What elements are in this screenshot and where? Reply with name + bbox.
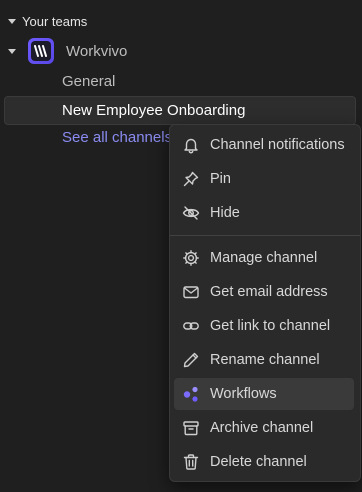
- menu-item-archive-channel[interactable]: Archive channel: [174, 412, 354, 444]
- envelope-icon: [180, 281, 202, 303]
- eye-off-icon: [180, 202, 202, 224]
- menu-item-label: Hide: [210, 205, 240, 221]
- see-all-channels-link[interactable]: See all channels: [62, 129, 172, 146]
- menu-divider: [170, 235, 360, 236]
- trash-icon: [180, 451, 202, 473]
- menu-item-rename-channel[interactable]: Rename channel: [174, 344, 354, 376]
- menu-item-get-link-to-channel[interactable]: Get link to channel: [174, 310, 354, 342]
- menu-item-label: Get link to channel: [210, 318, 331, 334]
- menu-item-channel-notifications[interactable]: Channel notifications: [174, 129, 354, 161]
- archive-icon: [180, 417, 202, 439]
- menu-item-delete-channel[interactable]: Delete channel: [174, 446, 354, 478]
- pin-icon: [180, 168, 202, 190]
- menu-item-workflows[interactable]: Workflows: [174, 378, 354, 410]
- caret-down-icon: [8, 48, 16, 54]
- menu-item-label: Channel notifications: [210, 137, 345, 153]
- menu-item-label: Archive channel: [210, 420, 314, 436]
- menu-item-label: Workflows: [210, 386, 277, 402]
- menu-item-label: Pin: [210, 171, 231, 187]
- channel-context-menu: Channel notifications Pin Hide Manage ch…: [169, 124, 361, 482]
- channel-new-employee-onboarding[interactable]: New Employee Onboarding: [62, 102, 245, 119]
- menu-item-label: Get email address: [210, 284, 328, 300]
- menu-item-manage-channel[interactable]: Manage channel: [174, 242, 354, 274]
- menu-item-get-email-address[interactable]: Get email address: [174, 276, 354, 308]
- menu-item-hide[interactable]: Hide: [174, 197, 354, 229]
- team-name: Workvivo: [66, 42, 128, 60]
- workflows-icon: [180, 383, 202, 405]
- menu-item-label: Rename channel: [210, 352, 320, 368]
- gear-icon: [180, 247, 202, 269]
- teams-section-title: Your teams: [22, 14, 88, 29]
- bell-icon: [180, 134, 202, 156]
- menu-item-pin[interactable]: Pin: [174, 163, 354, 195]
- workvivo-logo-icon: [28, 38, 54, 64]
- menu-item-label: Manage channel: [210, 250, 318, 266]
- pencil-icon: [180, 349, 202, 371]
- menu-item-label: Delete channel: [210, 454, 307, 470]
- teams-section-header[interactable]: Your teams: [8, 14, 87, 29]
- caret-down-icon: [8, 19, 16, 24]
- link-icon: [180, 315, 202, 337]
- team-workvivo[interactable]: Workvivo: [8, 36, 127, 66]
- channel-general[interactable]: General: [62, 73, 115, 90]
